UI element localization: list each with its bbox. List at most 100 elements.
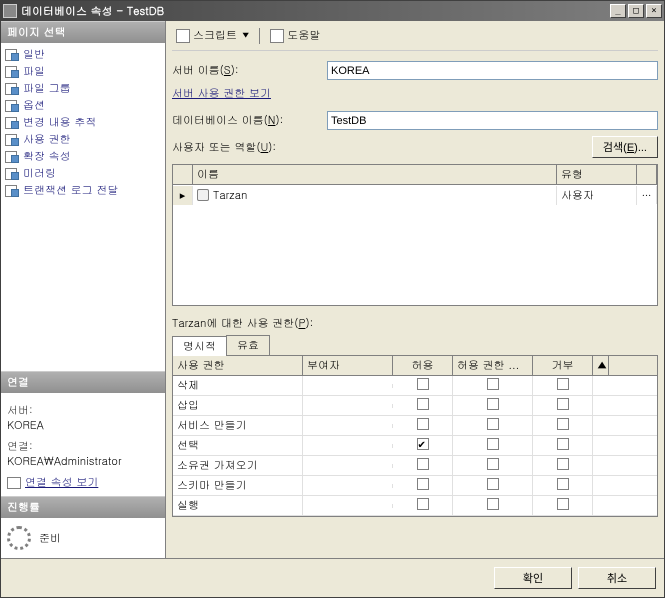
page-item-mirroring[interactable]: 미러링 xyxy=(3,165,163,182)
perm-row[interactable]: 삽입 xyxy=(173,396,657,416)
row-selector[interactable]: ▸ xyxy=(173,186,193,205)
tab-explicit[interactable]: 명시적 xyxy=(172,336,227,356)
grid-type-col[interactable]: 유형 xyxy=(557,165,637,184)
server-name-field[interactable] xyxy=(327,61,658,80)
tab-effective[interactable]: 유효 xyxy=(226,335,270,355)
minimize-button[interactable]: _ xyxy=(610,4,626,18)
page-item-filegroups[interactable]: 파일 그룹 xyxy=(3,80,163,97)
grantor-col[interactable]: 부여자 xyxy=(303,356,393,375)
perm-row[interactable]: 실행 xyxy=(173,496,657,516)
table-row[interactable]: ▸ Tarzan 사용자 … xyxy=(173,185,657,205)
grid-tail-col xyxy=(637,165,657,184)
progress-status: 준비 xyxy=(39,531,61,546)
pages-header: 페이지 선택 xyxy=(1,21,165,43)
perm-grid-body[interactable]: 삭제삽입서비스 만들기선택소유권 가져오기스키마 만들기실행 xyxy=(173,376,657,516)
page-item-extended[interactable]: 확장 속성 xyxy=(3,148,163,165)
page-icon xyxy=(5,49,19,61)
allow-checkbox[interactable] xyxy=(417,378,429,390)
grid-name-col[interactable]: 이름 xyxy=(193,165,557,184)
withgrant-col[interactable]: 허용 권한 ... xyxy=(453,356,533,375)
allow-col[interactable]: 허용 xyxy=(393,356,453,375)
connection-properties-link[interactable]: 연결 속성 보기 xyxy=(7,475,159,490)
deny-checkbox[interactable] xyxy=(557,398,569,410)
search-button[interactable]: 검색(E)... xyxy=(592,136,658,158)
allow-checkbox[interactable] xyxy=(417,438,429,450)
page-item-general[interactable]: 일반 xyxy=(3,46,163,63)
deny-checkbox[interactable] xyxy=(557,418,569,430)
perm-grantor-cell xyxy=(303,504,393,508)
user-type-cell: 사용자 xyxy=(557,186,637,205)
perm-grantor-cell xyxy=(303,384,393,388)
progress-section: 준비 xyxy=(1,518,165,558)
page-icon xyxy=(5,134,19,146)
perm-col[interactable]: 사용 권한 xyxy=(173,356,303,375)
connection-icon xyxy=(7,477,21,489)
sidebar: 페이지 선택 일반 파일 파일 그룹 옵션 변경 내용 추적 사용 권한 확장 … xyxy=(1,21,166,558)
page-item-files[interactable]: 파일 xyxy=(3,63,163,80)
page-item-options[interactable]: 옵션 xyxy=(3,97,163,114)
perm-grantor-cell xyxy=(303,484,393,488)
user-icon xyxy=(197,189,209,201)
maximize-button[interactable]: □ xyxy=(628,4,644,18)
user-name-cell: Tarzan xyxy=(193,186,557,205)
help-button[interactable]: 도움말 xyxy=(266,27,324,44)
withgrant-checkbox[interactable] xyxy=(487,398,499,410)
withgrant-checkbox[interactable] xyxy=(487,498,499,510)
perm-grantor-cell xyxy=(303,404,393,408)
row-ellipsis-button[interactable]: … xyxy=(637,186,657,204)
deny-checkbox[interactable] xyxy=(557,438,569,450)
perm-row[interactable]: 서비스 만들기 xyxy=(173,416,657,436)
page-icon xyxy=(5,117,19,129)
perm-name-cell: 스키마 만들기 xyxy=(173,476,303,495)
perm-row[interactable]: 선택 xyxy=(173,436,657,456)
perm-row[interactable]: 스키마 만들기 xyxy=(173,476,657,496)
main-panel: 스크립트 ▼ 도움말 서버 이름(S): 서버 사용 권한 보기 데이터베이스 … xyxy=(166,21,664,558)
cancel-button[interactable]: 취소 xyxy=(578,567,656,589)
perm-row[interactable]: 삭제 xyxy=(173,376,657,396)
close-button[interactable]: × xyxy=(646,4,662,18)
perm-tabs: 명시적 유효 xyxy=(172,335,658,355)
permissions-grid: 사용 권한 부여자 허용 허용 권한 ... 거부 ▲ 삭제삽입서비스 만들기선… xyxy=(173,356,657,516)
deny-checkbox[interactable] xyxy=(557,478,569,490)
page-icon xyxy=(5,100,19,112)
allow-checkbox[interactable] xyxy=(417,478,429,490)
withgrant-checkbox[interactable] xyxy=(487,378,499,390)
perm-grantor-cell xyxy=(303,424,393,428)
server-value: KOREA xyxy=(7,418,159,433)
permissions-for-label: Tarzan에 대한 사용 권한(P): xyxy=(172,316,658,331)
withgrant-checkbox[interactable] xyxy=(487,478,499,490)
server-permissions-link[interactable]: 서버 사용 권한 보기 xyxy=(172,86,658,101)
deny-col[interactable]: 거부 xyxy=(533,356,593,375)
withgrant-checkbox[interactable] xyxy=(487,458,499,470)
page-item-changetracking[interactable]: 변경 내용 추적 xyxy=(3,114,163,131)
page-item-permissions[interactable]: 사용 권한 xyxy=(3,131,163,148)
script-button[interactable]: 스크립트 ▼ xyxy=(172,27,253,44)
content-area: 페이지 선택 일반 파일 파일 그룹 옵션 변경 내용 추적 사용 권한 확장 … xyxy=(1,21,664,558)
allow-checkbox[interactable] xyxy=(417,498,429,510)
perm-name-cell: 삽입 xyxy=(173,396,303,415)
db-name-label: 데이터베이스 이름(N): xyxy=(172,113,327,128)
progress-header: 진행률 xyxy=(1,496,165,518)
allow-checkbox[interactable] xyxy=(417,458,429,470)
allow-checkbox[interactable] xyxy=(417,418,429,430)
script-icon xyxy=(176,29,190,43)
ok-button[interactable]: 확인 xyxy=(494,567,572,589)
perm-name-cell: 소유권 가져오기 xyxy=(173,456,303,475)
page-icon xyxy=(5,185,19,197)
perm-row[interactable]: 소유권 가져오기 xyxy=(173,456,657,476)
withgrant-checkbox[interactable] xyxy=(487,438,499,450)
deny-checkbox[interactable] xyxy=(557,458,569,470)
deny-checkbox[interactable] xyxy=(557,498,569,510)
withgrant-checkbox[interactable] xyxy=(487,418,499,430)
grid-rowhead-col xyxy=(173,165,193,184)
page-icon xyxy=(5,66,19,78)
allow-checkbox[interactable] xyxy=(417,398,429,410)
help-icon xyxy=(270,29,284,43)
db-name-field[interactable] xyxy=(327,111,658,130)
page-icon xyxy=(5,168,19,180)
page-item-logshipping[interactable]: 트랜잭션 로그 전달 xyxy=(3,182,163,199)
perm-name-cell: 삭제 xyxy=(173,376,303,395)
deny-checkbox[interactable] xyxy=(557,378,569,390)
users-grid-body: ▸ Tarzan 사용자 … xyxy=(173,185,657,305)
page-list: 일반 파일 파일 그룹 옵션 변경 내용 추적 사용 권한 확장 속성 미러링 … xyxy=(1,43,165,371)
